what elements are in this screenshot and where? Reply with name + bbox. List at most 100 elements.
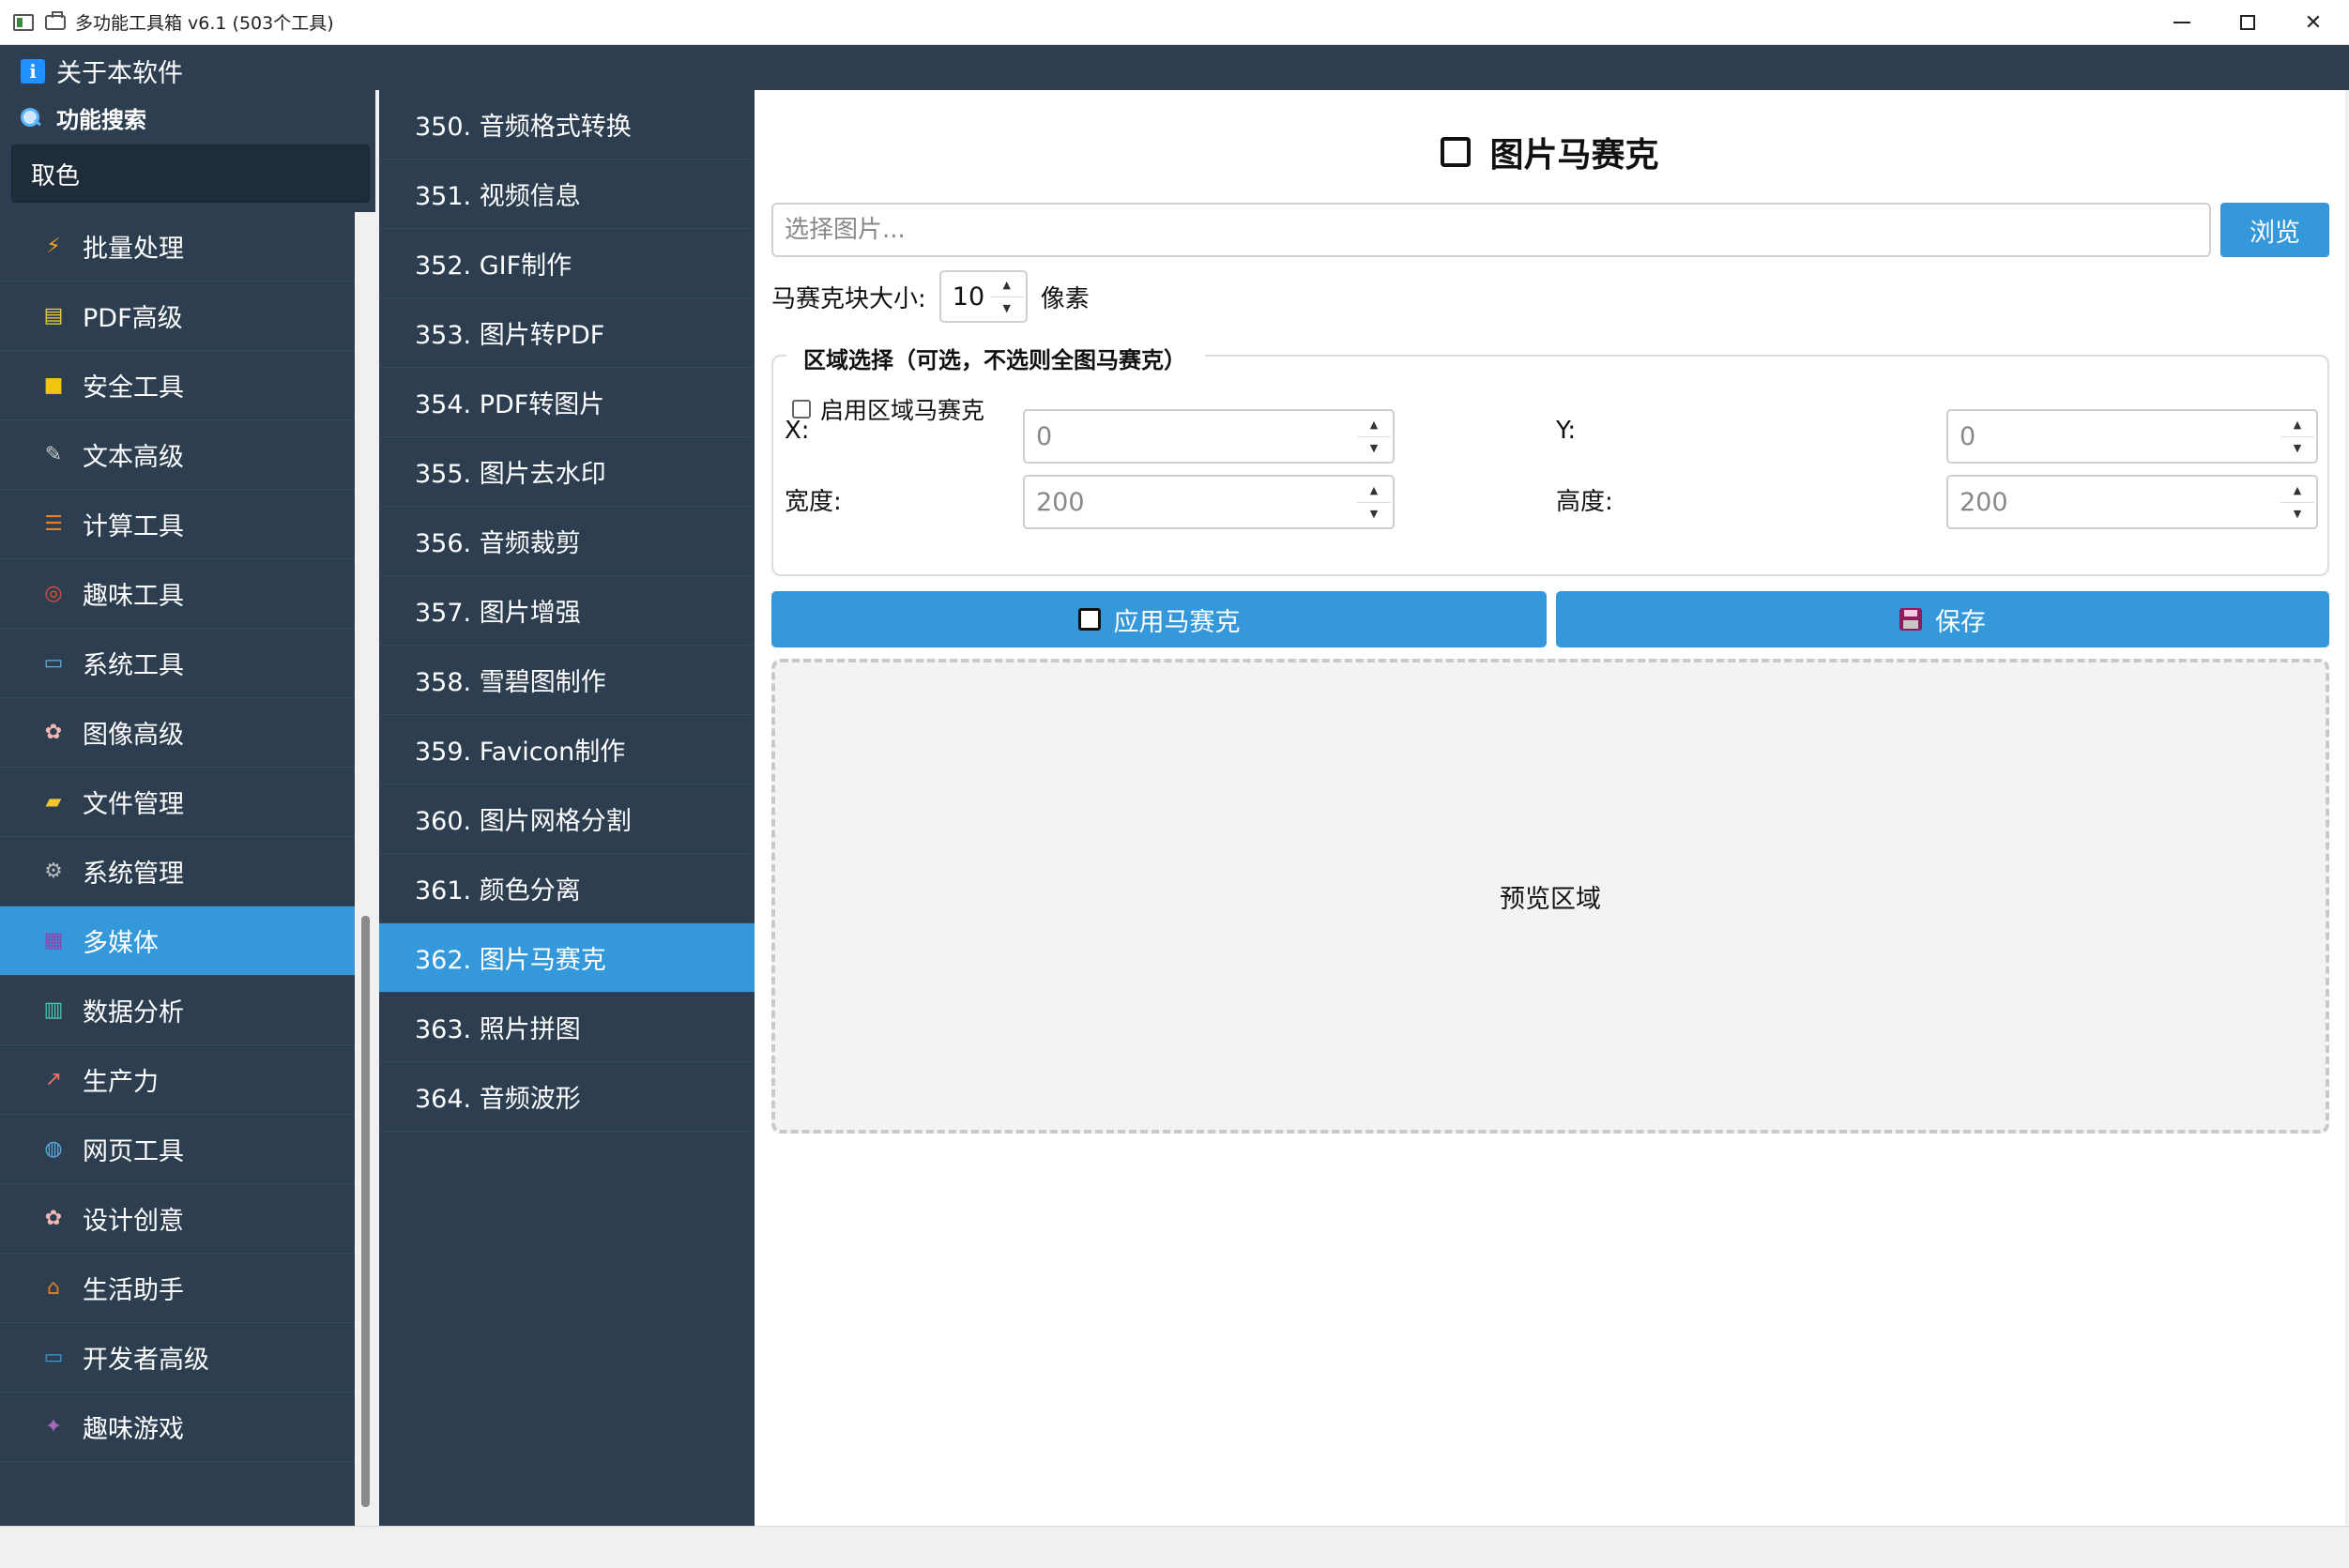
sidebar-item[interactable]: ⚙ 系统管理 — [0, 837, 355, 906]
maximize-button[interactable] — [2215, 0, 2280, 45]
palette-icon: ✿ — [44, 721, 63, 744]
enable-region-checkbox[interactable] — [792, 400, 811, 419]
region-group-legend: 区域选择（可选，不选则全图马赛克） — [786, 342, 1205, 374]
x-value: 0 — [1036, 421, 1053, 451]
tool-list-item[interactable]: 363. 照片拼图 — [379, 993, 755, 1062]
target-icon: ◎ — [44, 582, 63, 605]
sidebar-item[interactable]: ▰ 文件管理 — [0, 768, 355, 837]
sidebar-item[interactable]: ⌂ 生活助手 — [0, 1254, 355, 1323]
sidebar-item-label: 趣味工具 — [83, 582, 184, 611]
sidebar-item-label: 系统管理 — [83, 860, 184, 889]
sidebar-item[interactable]: ▤ PDF高级 — [0, 282, 355, 351]
tool-list-item[interactable]: 356. 音频裁剪 — [379, 507, 755, 576]
tool-list-item[interactable]: 361. 颜色分离 — [379, 854, 755, 923]
tool-list-item[interactable]: 360. 图片网格分割 — [379, 784, 755, 854]
width-stepper[interactable]: 200 ▲ ▼ — [1023, 475, 1395, 529]
sidebar-item[interactable]: ▭ 开发者高级 — [0, 1323, 355, 1393]
stepper-down-icon[interactable]: ▼ — [2280, 501, 2314, 526]
stepper-up-icon[interactable]: ▲ — [1357, 413, 1391, 436]
sidebar-item-label: 生产力 — [83, 1068, 159, 1097]
tool-list-item[interactable]: 353. 图片转PDF — [379, 298, 755, 368]
y-value: 0 — [1960, 421, 1976, 451]
apply-mosaic-button[interactable]: 应用马赛克 — [771, 591, 1547, 647]
enable-region-label: 启用区域马赛克 — [820, 397, 985, 424]
sidebar-item[interactable]: ▭ 系统工具 — [0, 629, 355, 698]
menu-bar — [0, 45, 2349, 90]
tool-list-item[interactable]: 359. Favicon制作 — [379, 715, 755, 784]
folder-icon: ▰ — [45, 790, 62, 814]
x-stepper[interactable]: 0 ▲ ▼ — [1023, 409, 1395, 464]
enable-region-checkbox-row[interactable]: 启用区域马赛克 — [792, 392, 984, 426]
stepper-up-icon[interactable]: ▲ — [1357, 479, 1391, 502]
stepper-up-icon[interactable]: ▲ — [2280, 479, 2314, 502]
height-stepper[interactable]: 200 ▲ ▼ — [1946, 475, 2318, 529]
lock-icon: ■ — [43, 373, 64, 397]
sidebar-item[interactable]: ☰ 计算工具 — [0, 490, 355, 559]
tool-list-item[interactable]: 358. 雪碧图制作 — [379, 646, 755, 715]
sidebar-item-label: 数据分析 — [83, 998, 184, 1028]
square-icon — [1441, 137, 1472, 167]
sidebar-item[interactable]: ↗ 生产力 — [0, 1045, 355, 1115]
tool-list-item[interactable]: 351. 视频信息 — [379, 160, 755, 229]
stepper-down-icon[interactable]: ▼ — [1357, 435, 1391, 461]
sidebar-item-label: 网页工具 — [83, 1137, 184, 1166]
save-button[interactable]: 保存 — [1556, 591, 2329, 647]
sidebar-scrollbar[interactable] — [355, 212, 375, 1526]
block-size-row: 马赛克块大小: 10 ▲ ▼ 像素 — [771, 270, 1090, 323]
monitor-icon: ▭ — [43, 651, 64, 675]
close-button[interactable]: ✕ — [2280, 0, 2346, 45]
tool-list-item[interactable]: 355. 图片去水印 — [379, 437, 755, 507]
about-label: 关于本软件 — [56, 59, 183, 88]
house-icon: ⌂ — [47, 1276, 60, 1300]
height-label: 高度: — [1556, 488, 1613, 516]
sidebar-item[interactable]: ◍ 网页工具 — [0, 1115, 355, 1184]
sidebar-item[interactable]: ✦ 趣味游戏 — [0, 1393, 355, 1462]
sidebar-item[interactable]: ■ 安全工具 — [0, 351, 355, 420]
page-title-text: 图片马赛克 — [1489, 136, 1659, 175]
sidebar-item-label: 趣味游戏 — [83, 1415, 184, 1444]
stepper-up-icon[interactable]: ▲ — [990, 274, 1024, 297]
floppy-disk-icon — [1899, 608, 1922, 631]
sidebar-item-label: 安全工具 — [83, 373, 184, 403]
minimize-button[interactable] — [2149, 0, 2215, 45]
sidebar-item[interactable]: ✎ 文本高级 — [0, 420, 355, 490]
minimize-icon — [2174, 22, 2190, 23]
block-size-stepper[interactable]: 10 ▲ ▼ — [938, 270, 1028, 323]
y-stepper[interactable]: 0 ▲ ▼ — [1946, 409, 2318, 464]
stepper-up-icon[interactable]: ▲ — [2280, 413, 2314, 436]
sidebar-item[interactable]: ⚡ 批量处理 — [0, 212, 355, 282]
search-input[interactable] — [11, 145, 370, 203]
sidebar-item[interactable]: ▥ 数据分析 — [0, 976, 355, 1045]
tool-list-item[interactable]: 354. PDF转图片 — [379, 368, 755, 437]
tool-list-item[interactable]: 364. 音频波形 — [379, 1062, 755, 1132]
status-bar — [0, 1526, 2349, 1568]
stepper-down-icon[interactable]: ▼ — [1357, 501, 1391, 526]
sidebar-item[interactable]: ◎ 趣味工具 — [0, 559, 355, 629]
width-value: 200 — [1036, 487, 1085, 517]
tool-list-item[interactable]: 352. GIF制作 — [379, 229, 755, 298]
line-chart-icon: ↗ — [44, 1068, 63, 1091]
alien-icon: ✦ — [44, 1415, 63, 1439]
lightning-icon: ⚡ — [46, 235, 61, 258]
sidebar-item[interactable]: ✿ 设计创意 — [0, 1184, 355, 1254]
stepper-down-icon[interactable]: ▼ — [2280, 435, 2314, 461]
browse-button[interactable]: 浏览 — [2220, 203, 2329, 257]
sidebar-scroll-thumb[interactable] — [361, 916, 370, 1507]
tool-list-item[interactable]: 350. 音频格式转换 — [379, 90, 755, 160]
toolbox-icon — [45, 10, 66, 30]
tool-list-item[interactable]: 362. 图片马赛克 — [379, 923, 755, 993]
sidebar-item[interactable]: ▦ 多媒体 — [0, 906, 355, 976]
stepper-down-icon[interactable]: ▼ — [989, 296, 1024, 320]
palette-icon: ✿ — [44, 1207, 63, 1230]
sidebar-item-label: 图像高级 — [83, 721, 184, 750]
about-menu-item[interactable]: i 关于本软件 — [21, 53, 183, 89]
block-size-unit: 像素 — [1040, 284, 1090, 313]
sidebar-item-label: 文本高级 — [83, 443, 184, 472]
sidebar-item-label: 批量处理 — [83, 235, 184, 264]
gear-icon: ⚙ — [44, 860, 63, 883]
tool-list-item[interactable]: 357. 图片增强 — [379, 576, 755, 646]
image-path-input[interactable] — [771, 203, 2211, 257]
sidebar-item[interactable]: ✿ 图像高级 — [0, 698, 355, 768]
sidebar-item-label: 设计创意 — [83, 1207, 184, 1236]
square-icon — [1077, 608, 1101, 631]
